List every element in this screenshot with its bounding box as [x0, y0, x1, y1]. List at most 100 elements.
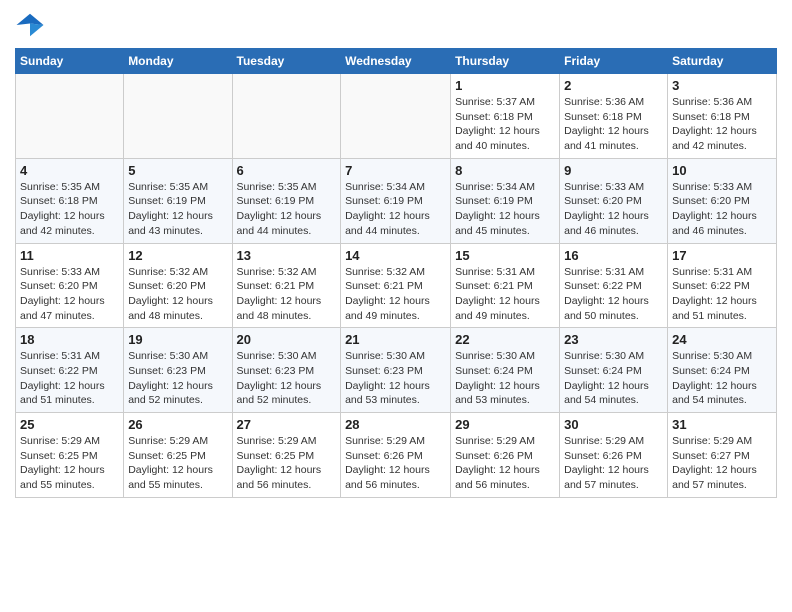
day-detail: Sunrise: 5:31 AMSunset: 6:21 PMDaylight:… — [455, 265, 555, 324]
calendar-body: 1Sunrise: 5:37 AMSunset: 6:18 PMDaylight… — [16, 74, 777, 498]
day-number: 1 — [455, 78, 555, 93]
calendar-cell: 31 Sunrise: 5:29 AMSunset: 6:27 PMDayligh… — [668, 413, 777, 498]
day-detail: Sunrise: 5:35 AMSunset: 6:19 PMDaylight:… — [128, 180, 227, 239]
calendar-cell: 24 Sunrise: 5:30 AMSunset: 6:24 PMDayligh… — [668, 328, 777, 413]
day-number: 11 — [20, 248, 119, 263]
day-detail: Sunrise: 5:32 AMSunset: 6:20 PMDaylight:… — [128, 265, 227, 324]
day-detail: Sunrise: 5:29 AMSunset: 6:27 PMDaylight:… — [672, 434, 772, 493]
day-detail: Sunrise: 5:35 AMSunset: 6:18 PMDaylight:… — [20, 180, 119, 239]
calendar-cell: 8 Sunrise: 5:34 AMSunset: 6:19 PMDaylight… — [451, 158, 560, 243]
day-number: 29 — [455, 417, 555, 432]
calendar-cell: 23 Sunrise: 5:30 AMSunset: 6:24 PMDayligh… — [560, 328, 668, 413]
calendar-cell: 1Sunrise: 5:37 AMSunset: 6:18 PMDaylight… — [451, 74, 560, 159]
page-header — [15, 10, 777, 40]
day-number: 21 — [345, 332, 446, 347]
day-number: 4 — [20, 163, 119, 178]
day-detail: Sunrise: 5:29 AMSunset: 6:25 PMDaylight:… — [128, 434, 227, 493]
calendar-cell: 4 Sunrise: 5:35 AMSunset: 6:18 PMDaylight… — [16, 158, 124, 243]
day-detail: Sunrise: 5:29 AMSunset: 6:25 PMDaylight:… — [20, 434, 119, 493]
header-day: Tuesday — [232, 49, 341, 74]
calendar-cell: 2 Sunrise: 5:36 AMSunset: 6:18 PMDaylight… — [560, 74, 668, 159]
day-number: 13 — [237, 248, 337, 263]
logo — [15, 10, 49, 40]
calendar-cell: 5 Sunrise: 5:35 AMSunset: 6:19 PMDaylight… — [124, 158, 232, 243]
day-detail: Sunrise: 5:32 AMSunset: 6:21 PMDaylight:… — [237, 265, 337, 324]
day-detail: Sunrise: 5:31 AMSunset: 6:22 PMDaylight:… — [564, 265, 663, 324]
day-number: 17 — [672, 248, 772, 263]
day-detail: Sunrise: 5:29 AMSunset: 6:25 PMDaylight:… — [237, 434, 337, 493]
day-detail: Sunrise: 5:30 AMSunset: 6:24 PMDaylight:… — [672, 349, 772, 408]
day-number: 6 — [237, 163, 337, 178]
calendar-cell: 28 Sunrise: 5:29 AMSunset: 6:26 PMDayligh… — [341, 413, 451, 498]
day-number: 9 — [564, 163, 663, 178]
day-detail: Sunrise: 5:31 AMSunset: 6:22 PMDaylight:… — [672, 265, 772, 324]
day-number: 2 — [564, 78, 663, 93]
day-number: 23 — [564, 332, 663, 347]
calendar-cell: 13 Sunrise: 5:32 AMSunset: 6:21 PMDayligh… — [232, 243, 341, 328]
calendar-week-row: 4 Sunrise: 5:35 AMSunset: 6:18 PMDaylight… — [16, 158, 777, 243]
calendar-cell: 9 Sunrise: 5:33 AMSunset: 6:20 PMDaylight… — [560, 158, 668, 243]
day-number: 26 — [128, 417, 227, 432]
day-detail: Sunrise: 5:34 AMSunset: 6:19 PMDaylight:… — [455, 180, 555, 239]
day-number: 31 — [672, 417, 772, 432]
day-detail: Sunrise: 5:29 AMSunset: 6:26 PMDaylight:… — [455, 434, 555, 493]
day-number: 28 — [345, 417, 446, 432]
day-detail: Sunrise: 5:29 AMSunset: 6:26 PMDaylight:… — [564, 434, 663, 493]
header-day: Thursday — [451, 49, 560, 74]
day-number: 10 — [672, 163, 772, 178]
calendar-cell: 3 Sunrise: 5:36 AMSunset: 6:18 PMDaylight… — [668, 74, 777, 159]
calendar-cell: 14Sunrise: 5:32 AMSunset: 6:21 PMDayligh… — [341, 243, 451, 328]
calendar-cell — [124, 74, 232, 159]
day-detail: Sunrise: 5:30 AMSunset: 6:23 PMDaylight:… — [128, 349, 227, 408]
day-detail: Sunrise: 5:30 AMSunset: 6:23 PMDaylight:… — [345, 349, 446, 408]
calendar-cell: 18 Sunrise: 5:31 AMSunset: 6:22 PMDayligh… — [16, 328, 124, 413]
calendar-cell: 29 Sunrise: 5:29 AMSunset: 6:26 PMDayligh… — [451, 413, 560, 498]
day-number: 24 — [672, 332, 772, 347]
header-day: Friday — [560, 49, 668, 74]
calendar-cell: 20 Sunrise: 5:30 AMSunset: 6:23 PMDayligh… — [232, 328, 341, 413]
day-number: 15 — [455, 248, 555, 263]
calendar-week-row: 11Sunrise: 5:33 AMSunset: 6:20 PMDayligh… — [16, 243, 777, 328]
day-number: 12 — [128, 248, 227, 263]
calendar-cell: 17 Sunrise: 5:31 AMSunset: 6:22 PMDayligh… — [668, 243, 777, 328]
header-row: SundayMondayTuesdayWednesdayThursdayFrid… — [16, 49, 777, 74]
day-number: 14 — [345, 248, 446, 263]
day-number: 25 — [20, 417, 119, 432]
day-detail: Sunrise: 5:35 AMSunset: 6:19 PMDaylight:… — [237, 180, 337, 239]
calendar-cell: 21 Sunrise: 5:30 AMSunset: 6:23 PMDayligh… — [341, 328, 451, 413]
day-detail: Sunrise: 5:29 AMSunset: 6:26 PMDaylight:… — [345, 434, 446, 493]
day-detail: Sunrise: 5:34 AMSunset: 6:19 PMDaylight:… — [345, 180, 446, 239]
day-detail: Sunrise: 5:30 AMSunset: 6:23 PMDaylight:… — [237, 349, 337, 408]
header-day: Monday — [124, 49, 232, 74]
calendar-week-row: 18 Sunrise: 5:31 AMSunset: 6:22 PMDayligh… — [16, 328, 777, 413]
day-detail: Sunrise: 5:36 AMSunset: 6:18 PMDaylight:… — [564, 95, 663, 154]
day-number: 8 — [455, 163, 555, 178]
day-number: 30 — [564, 417, 663, 432]
calendar-week-row: 1Sunrise: 5:37 AMSunset: 6:18 PMDaylight… — [16, 74, 777, 159]
calendar-cell: 25 Sunrise: 5:29 AMSunset: 6:25 PMDayligh… — [16, 413, 124, 498]
day-number: 18 — [20, 332, 119, 347]
day-detail: Sunrise: 5:31 AMSunset: 6:22 PMDaylight:… — [20, 349, 119, 408]
day-number: 22 — [455, 332, 555, 347]
day-number: 7 — [345, 163, 446, 178]
calendar-cell: 27Sunrise: 5:29 AMSunset: 6:25 PMDayligh… — [232, 413, 341, 498]
calendar-cell — [341, 74, 451, 159]
day-number: 3 — [672, 78, 772, 93]
day-number: 19 — [128, 332, 227, 347]
day-detail: Sunrise: 5:36 AMSunset: 6:18 PMDaylight:… — [672, 95, 772, 154]
calendar-cell — [16, 74, 124, 159]
calendar-cell: 7 Sunrise: 5:34 AMSunset: 6:19 PMDaylight… — [341, 158, 451, 243]
day-detail: Sunrise: 5:33 AMSunset: 6:20 PMDaylight:… — [564, 180, 663, 239]
day-number: 20 — [237, 332, 337, 347]
calendar-cell: 16Sunrise: 5:31 AMSunset: 6:22 PMDayligh… — [560, 243, 668, 328]
calendar-cell: 6 Sunrise: 5:35 AMSunset: 6:19 PMDaylight… — [232, 158, 341, 243]
day-number: 5 — [128, 163, 227, 178]
day-detail: Sunrise: 5:30 AMSunset: 6:24 PMDaylight:… — [564, 349, 663, 408]
day-detail: Sunrise: 5:33 AMSunset: 6:20 PMDaylight:… — [672, 180, 772, 239]
calendar-cell: 26 Sunrise: 5:29 AMSunset: 6:25 PMDayligh… — [124, 413, 232, 498]
calendar-cell: 15 Sunrise: 5:31 AMSunset: 6:21 PMDayligh… — [451, 243, 560, 328]
header-day: Saturday — [668, 49, 777, 74]
calendar-cell: 30 Sunrise: 5:29 AMSunset: 6:26 PMDayligh… — [560, 413, 668, 498]
calendar-cell: 19 Sunrise: 5:30 AMSunset: 6:23 PMDayligh… — [124, 328, 232, 413]
calendar-week-row: 25 Sunrise: 5:29 AMSunset: 6:25 PMDayligh… — [16, 413, 777, 498]
